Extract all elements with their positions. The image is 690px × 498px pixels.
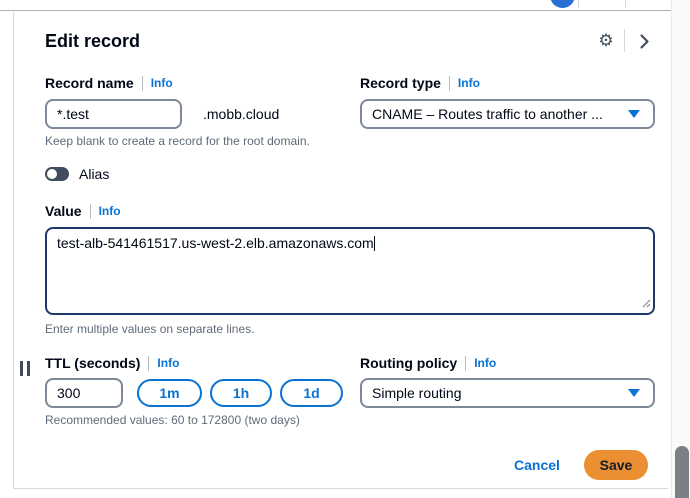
record-name-label: Record name	[45, 75, 134, 91]
header-divider	[624, 29, 625, 52]
label-divider	[90, 204, 91, 219]
gear-icon[interactable]: ⚙	[595, 30, 617, 52]
routing-policy-select[interactable]: Simple routing	[360, 378, 655, 408]
panel-bottom-border	[13, 488, 668, 489]
chevron-right-icon[interactable]	[639, 33, 650, 55]
record-name-help: Keep blank to create a record for the ro…	[45, 134, 310, 148]
routing-policy-label-row: Routing policy Info	[360, 355, 496, 371]
record-type-label-row: Record type Info	[360, 75, 480, 91]
value-help: Enter multiple values on separate lines.	[45, 322, 254, 336]
label-divider	[465, 356, 466, 371]
record-name-info-link[interactable]: Info	[151, 76, 173, 90]
panel-top-border	[0, 10, 671, 11]
ttl-preset-1d-button[interactable]: 1d	[280, 379, 343, 407]
user-avatar[interactable]	[550, 0, 575, 8]
ttl-label-row: TTL (seconds) Info	[45, 355, 179, 371]
ttl-label: TTL (seconds)	[45, 355, 140, 371]
toggle-knob	[47, 169, 57, 179]
record-type-info-link[interactable]: Info	[458, 76, 480, 90]
value-info-link[interactable]: Info	[99, 204, 121, 218]
alias-toggle-row: Alias	[45, 166, 109, 182]
label-divider	[148, 356, 149, 371]
cancel-button[interactable]: Cancel	[514, 457, 560, 473]
routing-policy-label: Routing policy	[360, 355, 457, 371]
edit-record-screen: Edit record ⚙ Record name Info .mobb.clo…	[0, 0, 690, 498]
alias-toggle[interactable]	[45, 167, 69, 181]
text-cursor	[374, 236, 375, 251]
routing-policy-selected-value: Simple routing	[372, 385, 462, 401]
value-label-row: Value Info	[45, 203, 121, 219]
ttl-input[interactable]	[45, 378, 123, 408]
record-name-label-row: Record name Info	[45, 75, 173, 91]
label-divider	[142, 76, 143, 91]
dropdown-caret-icon	[628, 110, 640, 118]
page-title: Edit record	[45, 31, 140, 52]
routing-policy-info-link[interactable]: Info	[474, 356, 496, 370]
ttl-info-link[interactable]: Info	[157, 356, 179, 370]
resize-grip-icon[interactable]	[642, 295, 651, 311]
panel-left-border	[13, 10, 14, 488]
record-type-select[interactable]: CNAME – Routes traffic to another ...	[360, 99, 655, 129]
alias-label: Alias	[79, 166, 109, 182]
value-label: Value	[45, 203, 82, 219]
ttl-preset-1h-button[interactable]: 1h	[210, 379, 272, 407]
label-divider	[449, 76, 450, 91]
scrollbar-track[interactable]	[671, 0, 690, 498]
record-type-label: Record type	[360, 75, 441, 91]
value-textarea[interactable]: test-alb-541461517.us-west-2.elb.amazona…	[45, 227, 655, 315]
domain-suffix: .mobb.cloud	[203, 106, 279, 122]
scrollbar-thumb[interactable]	[675, 446, 689, 498]
ttl-preset-1m-button[interactable]: 1m	[137, 379, 202, 407]
ttl-help: Recommended values: 60 to 172800 (two da…	[45, 413, 300, 427]
split-panel-drag-handle[interactable]	[20, 361, 30, 376]
record-type-selected-value: CNAME – Routes traffic to another ...	[372, 106, 603, 122]
topbar-divider	[625, 0, 626, 8]
save-button[interactable]: Save	[584, 450, 648, 480]
dropdown-caret-icon	[628, 389, 640, 397]
record-name-input[interactable]	[45, 99, 182, 129]
topbar-divider	[578, 0, 579, 8]
value-textarea-text: test-alb-541461517.us-west-2.elb.amazona…	[57, 235, 374, 251]
